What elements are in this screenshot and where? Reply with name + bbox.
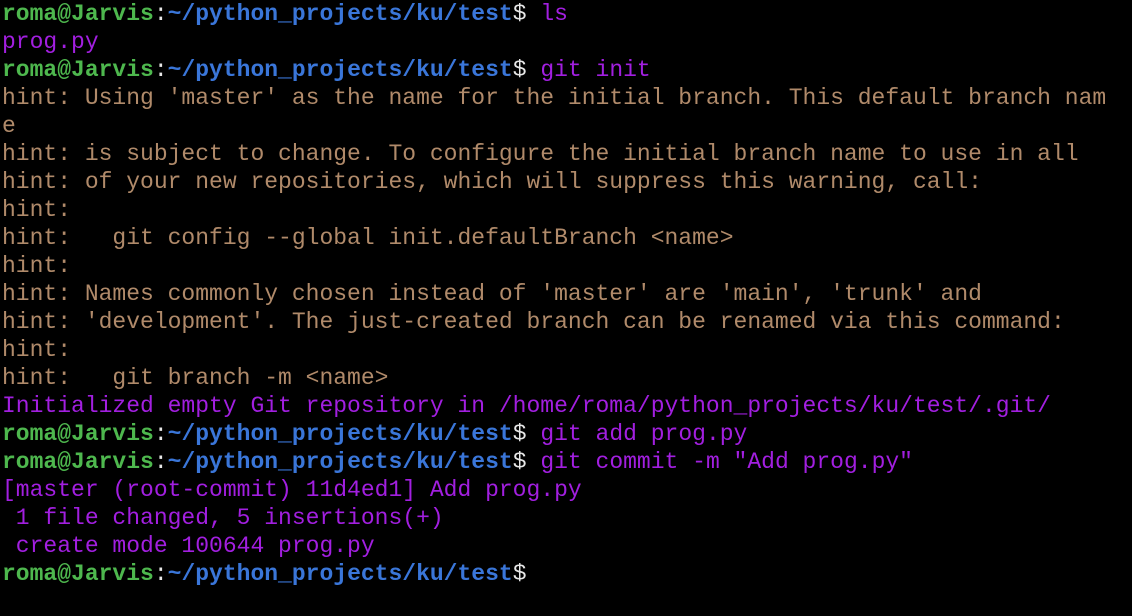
- command-text: git init: [540, 57, 651, 83]
- prompt-separator: :: [153, 449, 168, 475]
- hint-text: hint: git branch -m <name>: [2, 365, 389, 391]
- prompt-path: ~/python_projects/ku/test: [167, 421, 513, 447]
- command-text: git add prog.py: [540, 421, 748, 447]
- hint-line: hint: Names commonly chosen instead of '…: [2, 280, 1132, 308]
- hint-line: hint: Using 'master' as the name for the…: [2, 84, 1132, 112]
- prompt-user-host: roma@Jarvis: [2, 421, 154, 447]
- hint-text: hint: is subject to change. To configure…: [2, 141, 1079, 167]
- hint-line: hint:: [2, 336, 1132, 364]
- prompt-line: roma@Jarvis:~/python_projects/ku/test$ g…: [2, 56, 1132, 84]
- prompt-symbol: $: [512, 57, 541, 83]
- prompt-path: ~/python_projects/ku/test: [167, 57, 513, 83]
- output-line: prog.py: [2, 28, 1132, 56]
- prompt-separator: :: [153, 561, 168, 587]
- prompt-user-host: roma@Jarvis: [2, 561, 154, 587]
- hint-line: hint:: [2, 196, 1132, 224]
- hint-line: hint: git config --global init.defaultBr…: [2, 224, 1132, 252]
- prompt-user-host: roma@Jarvis: [2, 449, 154, 475]
- output-line: [master (root-commit) 11d4ed1] Add prog.…: [2, 476, 1132, 504]
- hint-text: e: [2, 113, 16, 139]
- prompt-path: ~/python_projects/ku/test: [167, 561, 513, 587]
- command-text: git commit -m "Add prog.py": [540, 449, 913, 475]
- output-line: Initialized empty Git repository in /hom…: [2, 392, 1132, 420]
- output-text: create mode 100644 prog.py: [2, 533, 375, 559]
- prompt-path: ~/python_projects/ku/test: [167, 449, 513, 475]
- terminal-window[interactable]: roma@Jarvis:~/python_projects/ku/test$ l…: [0, 0, 1132, 616]
- prompt-symbol: $: [512, 1, 541, 27]
- hint-text: hint:: [2, 253, 72, 279]
- hint-text: hint:: [2, 197, 72, 223]
- output-text: [master (root-commit) 11d4ed1] Add prog.…: [2, 477, 582, 503]
- hint-line: hint: of your new repositories, which wi…: [2, 168, 1132, 196]
- prompt-user-host: roma@Jarvis: [2, 57, 154, 83]
- output-text: Initialized empty Git repository in /hom…: [2, 393, 1051, 419]
- prompt-line: roma@Jarvis:~/python_projects/ku/test$: [2, 560, 1132, 588]
- prompt-symbol: $: [512, 421, 541, 447]
- hint-line: hint: 'development'. The just-created br…: [2, 308, 1132, 336]
- output-line: 1 file changed, 5 insertions(+): [2, 504, 1132, 532]
- hint-line: hint: is subject to change. To configure…: [2, 140, 1132, 168]
- prompt-line: roma@Jarvis:~/python_projects/ku/test$ g…: [2, 420, 1132, 448]
- hint-line: e: [2, 112, 1132, 140]
- hint-line: hint: git branch -m <name>: [2, 364, 1132, 392]
- prompt-line: roma@Jarvis:~/python_projects/ku/test$ l…: [2, 0, 1132, 28]
- prompt-line: roma@Jarvis:~/python_projects/ku/test$ g…: [2, 448, 1132, 476]
- prompt-separator: :: [153, 57, 168, 83]
- prompt-symbol: $: [512, 449, 541, 475]
- output-text: prog.py: [2, 29, 99, 55]
- prompt-symbol: $: [512, 561, 541, 587]
- command-text: ls: [540, 1, 568, 27]
- hint-text: hint: Using 'master' as the name for the…: [2, 85, 1107, 111]
- prompt-separator: :: [153, 1, 168, 27]
- hint-text: hint: git config --global init.defaultBr…: [2, 225, 734, 251]
- prompt-user-host: roma@Jarvis: [2, 1, 154, 27]
- hint-text: hint:: [2, 337, 72, 363]
- hint-line: hint:: [2, 252, 1132, 280]
- prompt-separator: :: [153, 421, 168, 447]
- hint-text: hint: 'development'. The just-created br…: [2, 309, 1065, 335]
- hint-text: hint: Names commonly chosen instead of '…: [2, 281, 982, 307]
- output-line: create mode 100644 prog.py: [2, 532, 1132, 560]
- prompt-path: ~/python_projects/ku/test: [167, 1, 513, 27]
- output-text: 1 file changed, 5 insertions(+): [2, 505, 444, 531]
- hint-text: hint: of your new repositories, which wi…: [2, 169, 982, 195]
